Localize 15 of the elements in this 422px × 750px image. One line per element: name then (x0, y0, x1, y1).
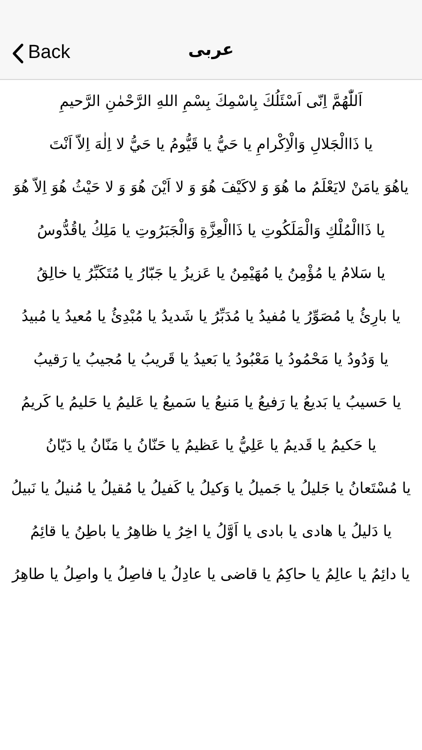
prayer-line: يا ذَاالْجَلالِ وَالْاِكْرامِ يا حَيُّ يا قَيُّومُ يا حَيُّ لا اِلٰهَ اِلاّ اَنْتَ (6, 133, 416, 156)
prayer-line: يا ذَاالْمُلْكِ وَالْمَلَكُوتِ يا ذَاالْعِزَّةِ وَالْجَبَرُوتِ يا مَلِكُ ياقُدُّوسُ (6, 219, 416, 242)
prayer-line: يا حَكيمُ يا قَديمُ يا عَلِيُّ يا عَظيمُ يا حَنّانُ يا مَنّانُ يا دَيّانُ (44, 435, 378, 456)
back-button[interactable]: Back (0, 38, 70, 68)
prayer-line: يا دَليلُ يا هادی يا بادی يا اَوَّلُ يا اخِرُ يا ظاهِرُ يا باطِنُ يا قائِمُ (29, 521, 393, 542)
prayer-line: ياهُوَ يامَنْ لايَعْلَمُ ما هُوَ وَ لاكَيْفَ هُوَ وَ لا اَيْنَ هُوَ وَ لا حَيْثُ هُوَ اِلاّ هُوَ (12, 176, 410, 198)
prayer-line: يا وَدُودُ يا مَحْمُودُ يا مَعْبُودُ يا بَعيدُ يا قَريبُ يا مُجيبُ يا رَقيبُ (32, 349, 390, 370)
chevron-left-icon (12, 42, 24, 64)
prayer-line: يا بارِئُ يا مُصَوِّرُ يا مُفيدُ يا مُدَبِّرُ يا شَديدُ يا مُبْدِئُ يا مُعيدُ يا مُبيدُ (20, 306, 402, 328)
prayer-line: يا حَسيبُ يا بَديعُ يا رَفيعُ يا مَنيعُ يا سَميعُ يا عَليمُ يا حَليمُ يا كَريمُ (20, 392, 402, 413)
prayer-line: يا دائِمُ يا عالِمُ يا حاكِمُ يا قاضی يا عادِلُ يا فاصِلُ يا واصِلُ يا طاهِرُ (10, 564, 411, 585)
page-title: عربی (188, 38, 234, 62)
prayer-line: يا سَلامُ يا مُؤْمِنُ يا مُهَيْمِنُ يا عَزيزُ يا جَبّارُ يا مُتَكَبِّرُ يا خالِقُ (36, 263, 386, 284)
prayer-line: يا مُسْتَعانُ يا جَليلُ يا جَميلُ يا وَكيلُ يا كَفيلُ يا مُقيلُ يا مُنيلُ يا نَبيلُ (10, 478, 412, 499)
prayer-line: اَللّٰهُمَّ اِنّی اَسْئَلُكَ بِاسْمِكَ بِسْمِ اللهِ الرَّحْمٰنِ الرَّحيمِ (6, 90, 416, 113)
